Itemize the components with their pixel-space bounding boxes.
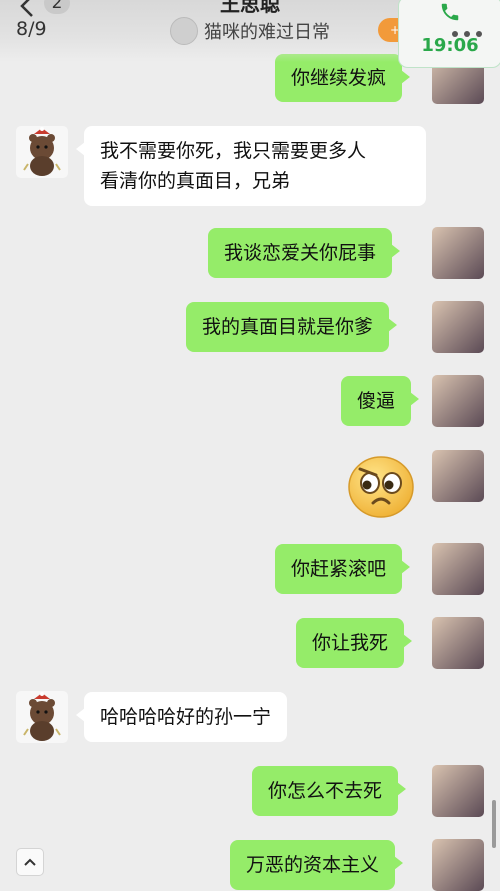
more-icon[interactable] <box>452 22 492 37</box>
avatar[interactable] <box>432 375 484 427</box>
message-bubble[interactable]: 你怎么不去死 <box>252 766 407 816</box>
message-bubble[interactable]: 你赶紧滚吧 <box>275 544 411 594</box>
avatar[interactable] <box>16 126 68 178</box>
message-bubble[interactable]: 哈哈哈哈好的孙一宁 <box>75 692 288 742</box>
scroll-up-icon[interactable] <box>16 848 44 876</box>
avatar[interactable] <box>432 617 484 669</box>
worried-face-emoji[interactable] <box>346 453 416 519</box>
avatar[interactable] <box>432 450 484 502</box>
page-counter: 8/9 <box>16 18 47 40</box>
message-text: 哈哈哈哈好的孙一宁 <box>100 706 272 728</box>
avatar[interactable] <box>432 543 484 595</box>
message-text: 傻逼 <box>357 390 396 412</box>
phone-icon <box>441 3 459 21</box>
message-bubble[interactable]: 我谈恋爱关你屁事 <box>208 228 401 278</box>
message-text: 万恶的资本主义 <box>246 854 380 876</box>
avatar[interactable] <box>16 691 68 743</box>
message-text-line: 我不需要你死，我只需要更多人 <box>100 140 367 162</box>
avatar[interactable] <box>432 227 484 279</box>
scrollbar[interactable] <box>492 800 496 848</box>
message-bubble[interactable]: 你让我死 <box>296 618 413 668</box>
avatar[interactable] <box>432 765 484 817</box>
message-text-line: 看清你的真面目，兄弟 <box>100 170 291 192</box>
message-text: 我的真面目就是你爹 <box>202 316 374 338</box>
call-floating-window[interactable]: 19:06 <box>398 0 500 68</box>
message-bubble[interactable]: 我不需要你死，我只需要更多人 看清你的真面目，兄弟 <box>76 126 426 206</box>
message-bubble[interactable]: 我的真面目就是你爹 <box>186 302 398 352</box>
message-bubble[interactable]: 万恶的资本主义 <box>230 840 404 890</box>
chat-subtitle[interactable]: 猫咪的难过日常 <box>204 18 330 44</box>
avatar[interactable] <box>432 301 484 353</box>
message-bubble[interactable]: 傻逼 <box>341 376 420 426</box>
message-text: 你让我死 <box>312 632 389 654</box>
call-duration: 19:06 <box>421 35 479 56</box>
message-text: 我谈恋爱关你屁事 <box>224 242 377 264</box>
message-text: 你怎么不去死 <box>268 780 383 802</box>
subtitle-avatar <box>170 17 198 45</box>
message-text: 你赶紧滚吧 <box>291 558 387 580</box>
avatar[interactable] <box>432 839 484 891</box>
message-text: 你继续发疯 <box>291 67 387 89</box>
